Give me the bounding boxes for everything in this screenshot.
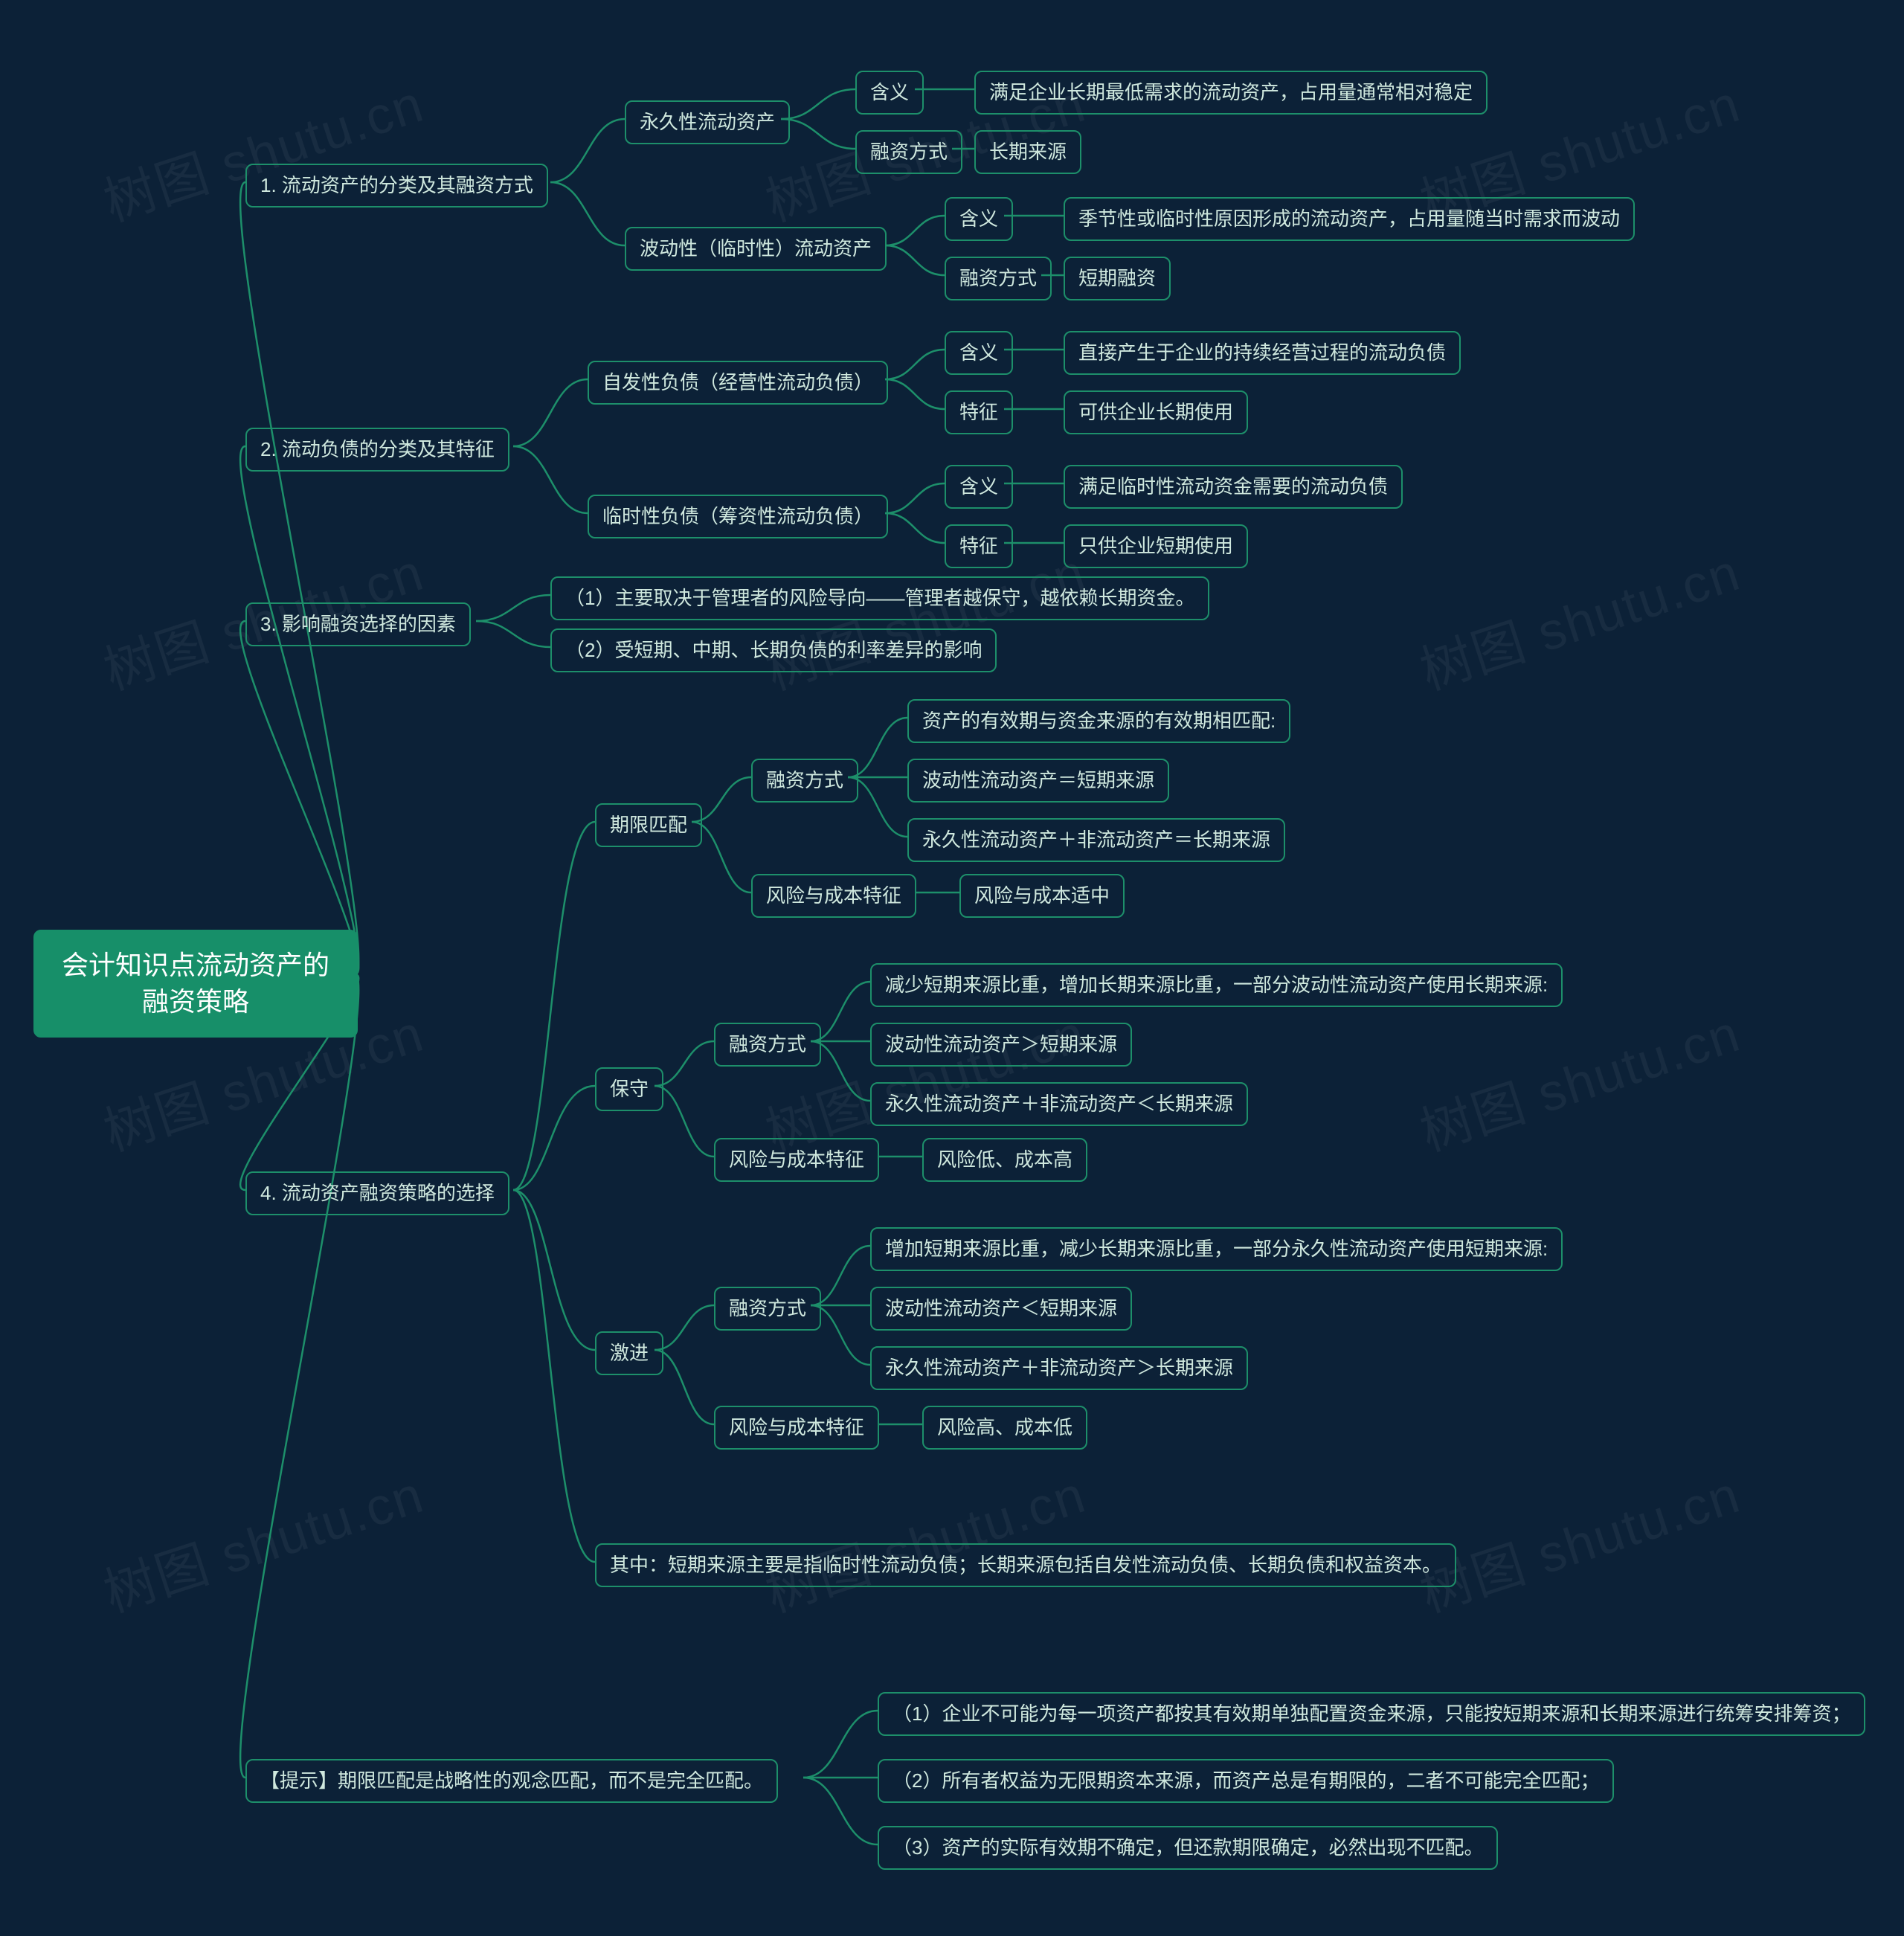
b2a-feature[interactable]: 特征 xyxy=(945,390,1013,434)
b4b-method-i2: 永久性流动资产＋非流动资产＜长期来源 xyxy=(870,1082,1248,1126)
b4b[interactable]: 保守 xyxy=(595,1067,663,1111)
b4b-risk[interactable]: 风险与成本特征 xyxy=(714,1138,879,1182)
b4d: 其中：短期来源主要是指临时性流动负债；长期来源包括自发性流动负债、长期负债和权益… xyxy=(595,1543,1456,1587)
b4a-risk-leaf: 风险与成本适中 xyxy=(959,874,1125,918)
b4c-method-i0: 增加短期来源比重，减少长期来源比重，一部分永久性流动资产使用短期来源: xyxy=(870,1227,1563,1271)
b5c: （3）资产的实际有效期不确定，但还款期限确定，必然出现不匹配。 xyxy=(878,1826,1498,1870)
watermark: 树图 shutu.cn xyxy=(1409,531,1748,705)
b1a-meaning[interactable]: 含义 xyxy=(855,71,924,115)
b2b-meaning[interactable]: 含义 xyxy=(945,465,1013,509)
b2a[interactable]: 自发性负债（经营性流动负债） xyxy=(588,361,888,405)
b2b-meaning-leaf: 满足临时性流动资金需要的流动负债 xyxy=(1064,465,1403,509)
b4a-method-i1: 波动性流动资产＝短期来源 xyxy=(907,759,1169,803)
mindmap-canvas: { "watermark": "树图 shutu.cn", "root": { … xyxy=(0,0,1904,1936)
b4a[interactable]: 期限匹配 xyxy=(595,803,702,847)
b1b-method-leaf: 短期融资 xyxy=(1064,257,1171,300)
b1a-method[interactable]: 融资方式 xyxy=(855,130,962,174)
b4c-method[interactable]: 融资方式 xyxy=(714,1287,821,1331)
b4b-method-i0: 减少短期来源比重，增加长期来源比重，一部分波动性流动资产使用长期来源: xyxy=(870,963,1563,1007)
watermark: 树图 shutu.cn xyxy=(755,1453,1093,1627)
b4b-method[interactable]: 融资方式 xyxy=(714,1023,821,1067)
b1b-method[interactable]: 融资方式 xyxy=(945,257,1052,300)
branch-2[interactable]: 2. 流动负债的分类及其特征 xyxy=(245,428,509,472)
b4b-method-i1: 波动性流动资产＞短期来源 xyxy=(870,1023,1132,1067)
branch-1[interactable]: 1. 流动资产的分类及其融资方式 xyxy=(245,164,548,208)
b1b-meaning[interactable]: 含义 xyxy=(945,197,1013,241)
b2b-feature-leaf: 只供企业短期使用 xyxy=(1064,524,1248,568)
watermark: 树图 shutu.cn xyxy=(1409,1453,1748,1627)
b4c-risk[interactable]: 风险与成本特征 xyxy=(714,1406,879,1450)
b1a-method-leaf: 长期来源 xyxy=(974,130,1081,174)
b5a: （1）企业不可能为每一项资产都按其有效期单独配置资金来源，只能按短期来源和长期来… xyxy=(878,1692,1865,1736)
b4a-risk[interactable]: 风险与成本特征 xyxy=(751,874,916,918)
b2a-meaning-leaf: 直接产生于企业的持续经营过程的流动负债 xyxy=(1064,331,1461,375)
branch-3[interactable]: 3. 影响融资选择的因素 xyxy=(245,602,471,646)
b4a-method[interactable]: 融资方式 xyxy=(751,759,858,803)
b4c[interactable]: 激进 xyxy=(595,1331,663,1375)
b2b[interactable]: 临时性负债（筹资性流动负债） xyxy=(588,495,888,538)
b1b[interactable]: 波动性（临时性）流动资产 xyxy=(625,227,887,271)
watermark: 树图 shutu.cn xyxy=(93,1453,431,1627)
b4c-method-i2: 永久性流动资产＋非流动资产＞长期来源 xyxy=(870,1346,1248,1390)
root-node[interactable]: 会计知识点流动资产的融资策略 xyxy=(33,930,358,1038)
b1b-meaning-leaf: 季节性或临时性原因形成的流动资产，占用量随当时需求而波动 xyxy=(1064,197,1635,241)
b2a-feature-leaf: 可供企业长期使用 xyxy=(1064,390,1248,434)
branch-4[interactable]: 4. 流动资产融资策略的选择 xyxy=(245,1171,509,1215)
b3a: （1）主要取决于管理者的风险导向——管理者越保守，越依赖长期资金。 xyxy=(550,576,1209,620)
b4c-method-i1: 波动性流动资产＜短期来源 xyxy=(870,1287,1132,1331)
b5b: （2）所有者权益为无限期资本来源，而资产总是有期限的，二者不可能完全匹配； xyxy=(878,1759,1614,1803)
b4b-risk-leaf: 风险低、成本高 xyxy=(922,1138,1087,1182)
watermark: 树图 shutu.cn xyxy=(93,62,431,237)
b2a-meaning[interactable]: 含义 xyxy=(945,331,1013,375)
b4a-method-i2: 永久性流动资产＋非流动资产＝长期来源 xyxy=(907,818,1285,862)
watermark: 树图 shutu.cn xyxy=(1409,992,1748,1166)
b2b-feature[interactable]: 特征 xyxy=(945,524,1013,568)
b3b: （2）受短期、中期、长期负债的利率差异的影响 xyxy=(550,628,997,672)
b4a-method-i0: 资产的有效期与资金来源的有效期相匹配: xyxy=(907,699,1290,743)
branch-5[interactable]: 【提示】期限匹配是战略性的观念匹配，而不是完全匹配。 xyxy=(245,1759,778,1803)
b1a-meaning-leaf: 满足企业长期最低需求的流动资产，占用量通常相对稳定 xyxy=(974,71,1488,115)
b4c-risk-leaf: 风险高、成本低 xyxy=(922,1406,1087,1450)
b1a[interactable]: 永久性流动资产 xyxy=(625,100,790,144)
